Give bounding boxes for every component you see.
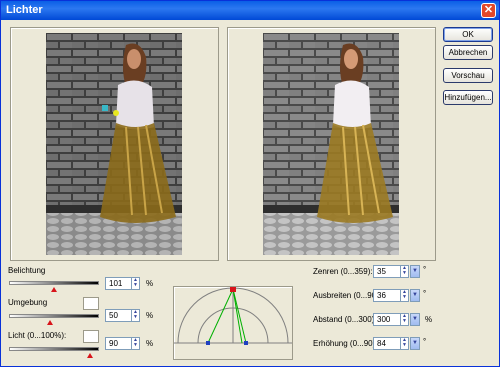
- spin-down-icon[interactable]: ▼: [401, 295, 408, 300]
- title-bar[interactable]: Lichter ✕: [1, 1, 499, 20]
- light-source-handle: [230, 287, 236, 292]
- zenit-unit: °: [423, 265, 427, 274]
- erhoehung-dropdown-icon[interactable]: ▼: [410, 337, 420, 350]
- belichtung-label: Belichtung: [8, 266, 46, 275]
- belichtung-unit: %: [146, 279, 154, 288]
- spin-down-icon[interactable]: ▼: [132, 283, 139, 288]
- ausbreiten-spinner[interactable]: ▲ ▼: [400, 289, 409, 302]
- erhoehung-unit: °: [423, 337, 427, 346]
- umgebung-spinner[interactable]: ▲ ▼: [131, 309, 140, 322]
- ausbreiten-unit: °: [423, 289, 427, 298]
- zenit-label: Zenren (0...359):: [313, 267, 373, 276]
- licht-spinner[interactable]: ▲ ▼: [131, 337, 140, 350]
- abstand-unit: %: [425, 315, 433, 324]
- close-icon[interactable]: ✕: [481, 3, 496, 18]
- window-title: Lichter: [6, 4, 43, 16]
- belichtung-slider-thumb[interactable]: [51, 287, 57, 292]
- ausbreiten-input[interactable]: 36: [373, 289, 401, 302]
- zenit-dropdown-icon[interactable]: ▼: [410, 265, 420, 278]
- belichtung-input[interactable]: 101: [105, 277, 132, 290]
- ok-button[interactable]: OK: [443, 27, 493, 42]
- licht-input[interactable]: 90: [105, 337, 132, 350]
- brick-wall-woman-image: [46, 33, 182, 255]
- preview-image-original[interactable]: [46, 33, 182, 255]
- licht-color-swatch[interactable]: [83, 330, 99, 343]
- spin-down-icon[interactable]: ▼: [401, 343, 408, 348]
- erhoehung-label: Erhöhung (0...90):: [313, 339, 378, 348]
- light-direction-widget[interactable]: [173, 286, 293, 360]
- licht-label: Licht (0...100%):: [8, 331, 67, 340]
- light-cone-diagram: [174, 287, 292, 345]
- licht-unit: %: [146, 339, 154, 348]
- abstand-spinner[interactable]: ▲ ▼: [400, 313, 409, 326]
- spin-down-icon[interactable]: ▼: [401, 271, 408, 276]
- erhoehung-input[interactable]: 84: [373, 337, 401, 350]
- umgebung-slider-thumb[interactable]: [47, 320, 53, 325]
- umgebung-label: Umgebung: [8, 298, 48, 307]
- umgebung-color-swatch[interactable]: [83, 297, 99, 310]
- cancel-button[interactable]: Abbrechen: [443, 45, 493, 60]
- abstand-label: Abstand (0...300):: [313, 315, 377, 324]
- abstand-dropdown-icon[interactable]: ▼: [410, 313, 420, 326]
- umgebung-slider[interactable]: [9, 314, 99, 318]
- spin-down-icon[interactable]: ▼: [132, 343, 139, 348]
- preview-image-result: [263, 33, 399, 255]
- cone-left-handle: [206, 341, 210, 345]
- lights-dialog: Lichter ✕ OK Abbrechen Vorschau Hinzufüg…: [0, 0, 500, 367]
- zenit-input[interactable]: 35: [373, 265, 401, 278]
- brick-wall-woman-result-image: [263, 33, 399, 255]
- licht-slider-thumb[interactable]: [87, 353, 93, 358]
- belichtung-spinner[interactable]: ▲ ▼: [131, 277, 140, 290]
- ausbreiten-dropdown-icon[interactable]: ▼: [410, 289, 420, 302]
- licht-slider[interactable]: [9, 347, 99, 351]
- zenit-spinner[interactable]: ▲ ▼: [400, 265, 409, 278]
- light-handle: [102, 105, 108, 111]
- spin-down-icon[interactable]: ▼: [401, 319, 408, 324]
- spin-down-icon[interactable]: ▼: [132, 315, 139, 320]
- cone-right-handle: [244, 341, 248, 345]
- ausbreiten-label: Ausbreiten (0...90):: [313, 291, 382, 300]
- erhoehung-spinner[interactable]: ▲ ▼: [400, 337, 409, 350]
- abstand-input[interactable]: 300: [373, 313, 401, 326]
- belichtung-slider[interactable]: [9, 281, 99, 285]
- umgebung-input[interactable]: 50: [105, 309, 132, 322]
- preview-button[interactable]: Vorschau: [443, 68, 493, 83]
- add-light-button[interactable]: Hinzufügen...: [443, 90, 493, 105]
- umgebung-unit: %: [146, 311, 154, 320]
